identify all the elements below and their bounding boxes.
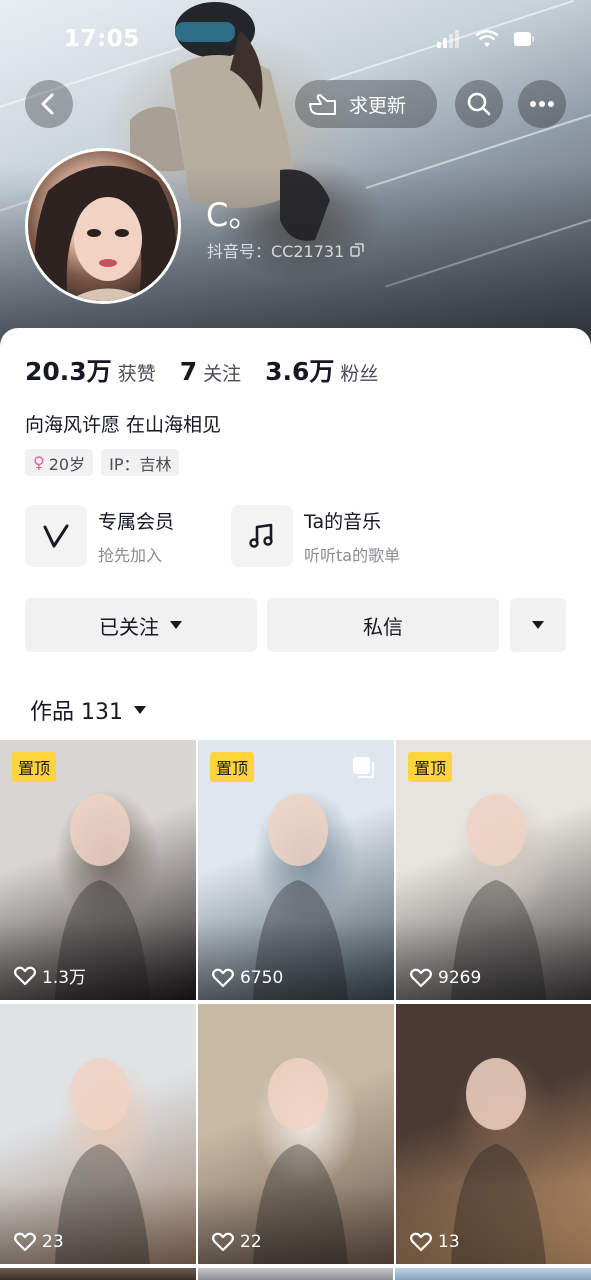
membership-entry[interactable]: 专属会员 抢先加入 [25,505,174,567]
bio-text: 向海风许愿 在山海相见 [25,414,222,436]
ip-text: IP：吉林 [109,454,172,474]
female-symbol-icon: ♀ [33,453,45,472]
like-count: 1.3万 [42,968,87,988]
like-count-row: 6750 [212,968,283,988]
avatar[interactable] [25,148,181,304]
membership-title: 专属会员 [98,510,175,533]
video-thumbnail[interactable]: 13 [396,1004,591,1264]
status-bar: 17:05 [0,0,591,80]
chevron-left-icon [41,93,54,115]
request-update-button[interactable]: 求更新 [295,80,437,128]
heart-outline-icon [14,966,36,985]
works-label: 作品 131 [30,700,123,725]
age-tag: ♀ 20岁 [25,449,94,476]
like-count: 22 [240,1232,262,1252]
heart-outline-icon [212,1232,234,1252]
like-count: 6750 [240,968,284,988]
membership-subtitle: 抢先加入 [98,545,163,565]
stat-following[interactable]: 7 关注 [180,357,241,386]
battery-icon [514,32,534,46]
like-count: 13 [438,1232,460,1252]
back-button[interactable] [25,80,73,128]
age-text: 20岁 [48,454,86,474]
search-icon [467,92,491,116]
music-note-icon [249,523,273,548]
multi-image-icon [353,757,375,779]
like-count: 9269 [438,968,482,988]
vip-v-icon [43,524,69,548]
more-button[interactable] [518,80,566,128]
request-update-label: 求更新 [349,94,407,117]
profile-tags: ♀ 20岁 IP：吉林 [25,449,180,476]
following-button[interactable]: 已关注 [25,598,257,652]
video-thumbnail[interactable]: 22 [198,1004,394,1264]
profile-card: 20.3万 获赞 7 关注 3.6万 粉丝 向海风许愿 在山海相见 ♀ 20岁 … [0,328,591,738]
video-thumbnail[interactable]: 置顶 9269 [396,740,591,1000]
pinned-badge: 置顶 [12,752,57,782]
caret-down-icon [532,621,544,629]
more-dots-icon [530,101,554,107]
nickname: C。 [206,196,261,234]
pinned-badge: 置顶 [408,752,453,782]
caret-down-icon [170,621,182,629]
status-time: 17:05 [64,26,140,52]
works-grid: 置顶 1.3万 置顶 6750 置顶 9269 23 22 13 [0,740,591,1264]
heart-outline-icon [410,1232,432,1252]
caret-down-icon [134,706,146,714]
video-thumbnail[interactable]: 置顶 1.3万 [0,740,196,1000]
music-title: Ta的音乐 [304,510,382,533]
heart-outline-icon [14,1232,36,1252]
like-count: 23 [42,1232,64,1252]
next-row-partial [0,1268,591,1280]
following-label: 已关注 [99,614,159,639]
avatar-portrait [34,165,176,301]
recommend-expand-button[interactable] [510,598,566,652]
profile-stats: 20.3万 获赞 7 关注 3.6万 粉丝 [25,352,402,388]
heart-outline-icon [212,968,234,988]
pointing-hand-icon [309,94,336,115]
copy-icon[interactable] [350,243,364,257]
stat-followers[interactable]: 3.6万 粉丝 [265,352,378,388]
douyin-id-row[interactable]: 抖音号：CC21731 [207,238,364,262]
search-button[interactable] [455,80,503,128]
message-button[interactable]: 私信 [267,598,499,652]
like-count-row: 1.3万 [14,963,86,988]
music-entry[interactable]: Ta的音乐 听听ta的歌单 [231,505,400,567]
pinned-badge: 置顶 [210,752,255,782]
wifi-icon [475,30,499,47]
works-tab[interactable]: 作品 131 [30,694,147,726]
cellular-signal-icon [437,30,459,48]
message-label: 私信 [363,614,403,639]
like-count-row: 23 [14,1232,64,1252]
douyin-id: 抖音号：CC21731 [207,242,345,261]
video-thumbnail[interactable]: 置顶 6750 [198,740,394,1000]
like-count-row: 13 [410,1232,460,1252]
video-thumbnail[interactable]: 23 [0,1004,196,1264]
music-subtitle: 听听ta的歌单 [304,545,401,565]
stat-likes[interactable]: 20.3万 获赞 [25,352,156,388]
like-count-row: 22 [212,1232,262,1252]
like-count-row: 9269 [410,968,481,988]
ip-location-tag: IP：吉林 [101,449,180,476]
heart-outline-icon [410,968,432,988]
